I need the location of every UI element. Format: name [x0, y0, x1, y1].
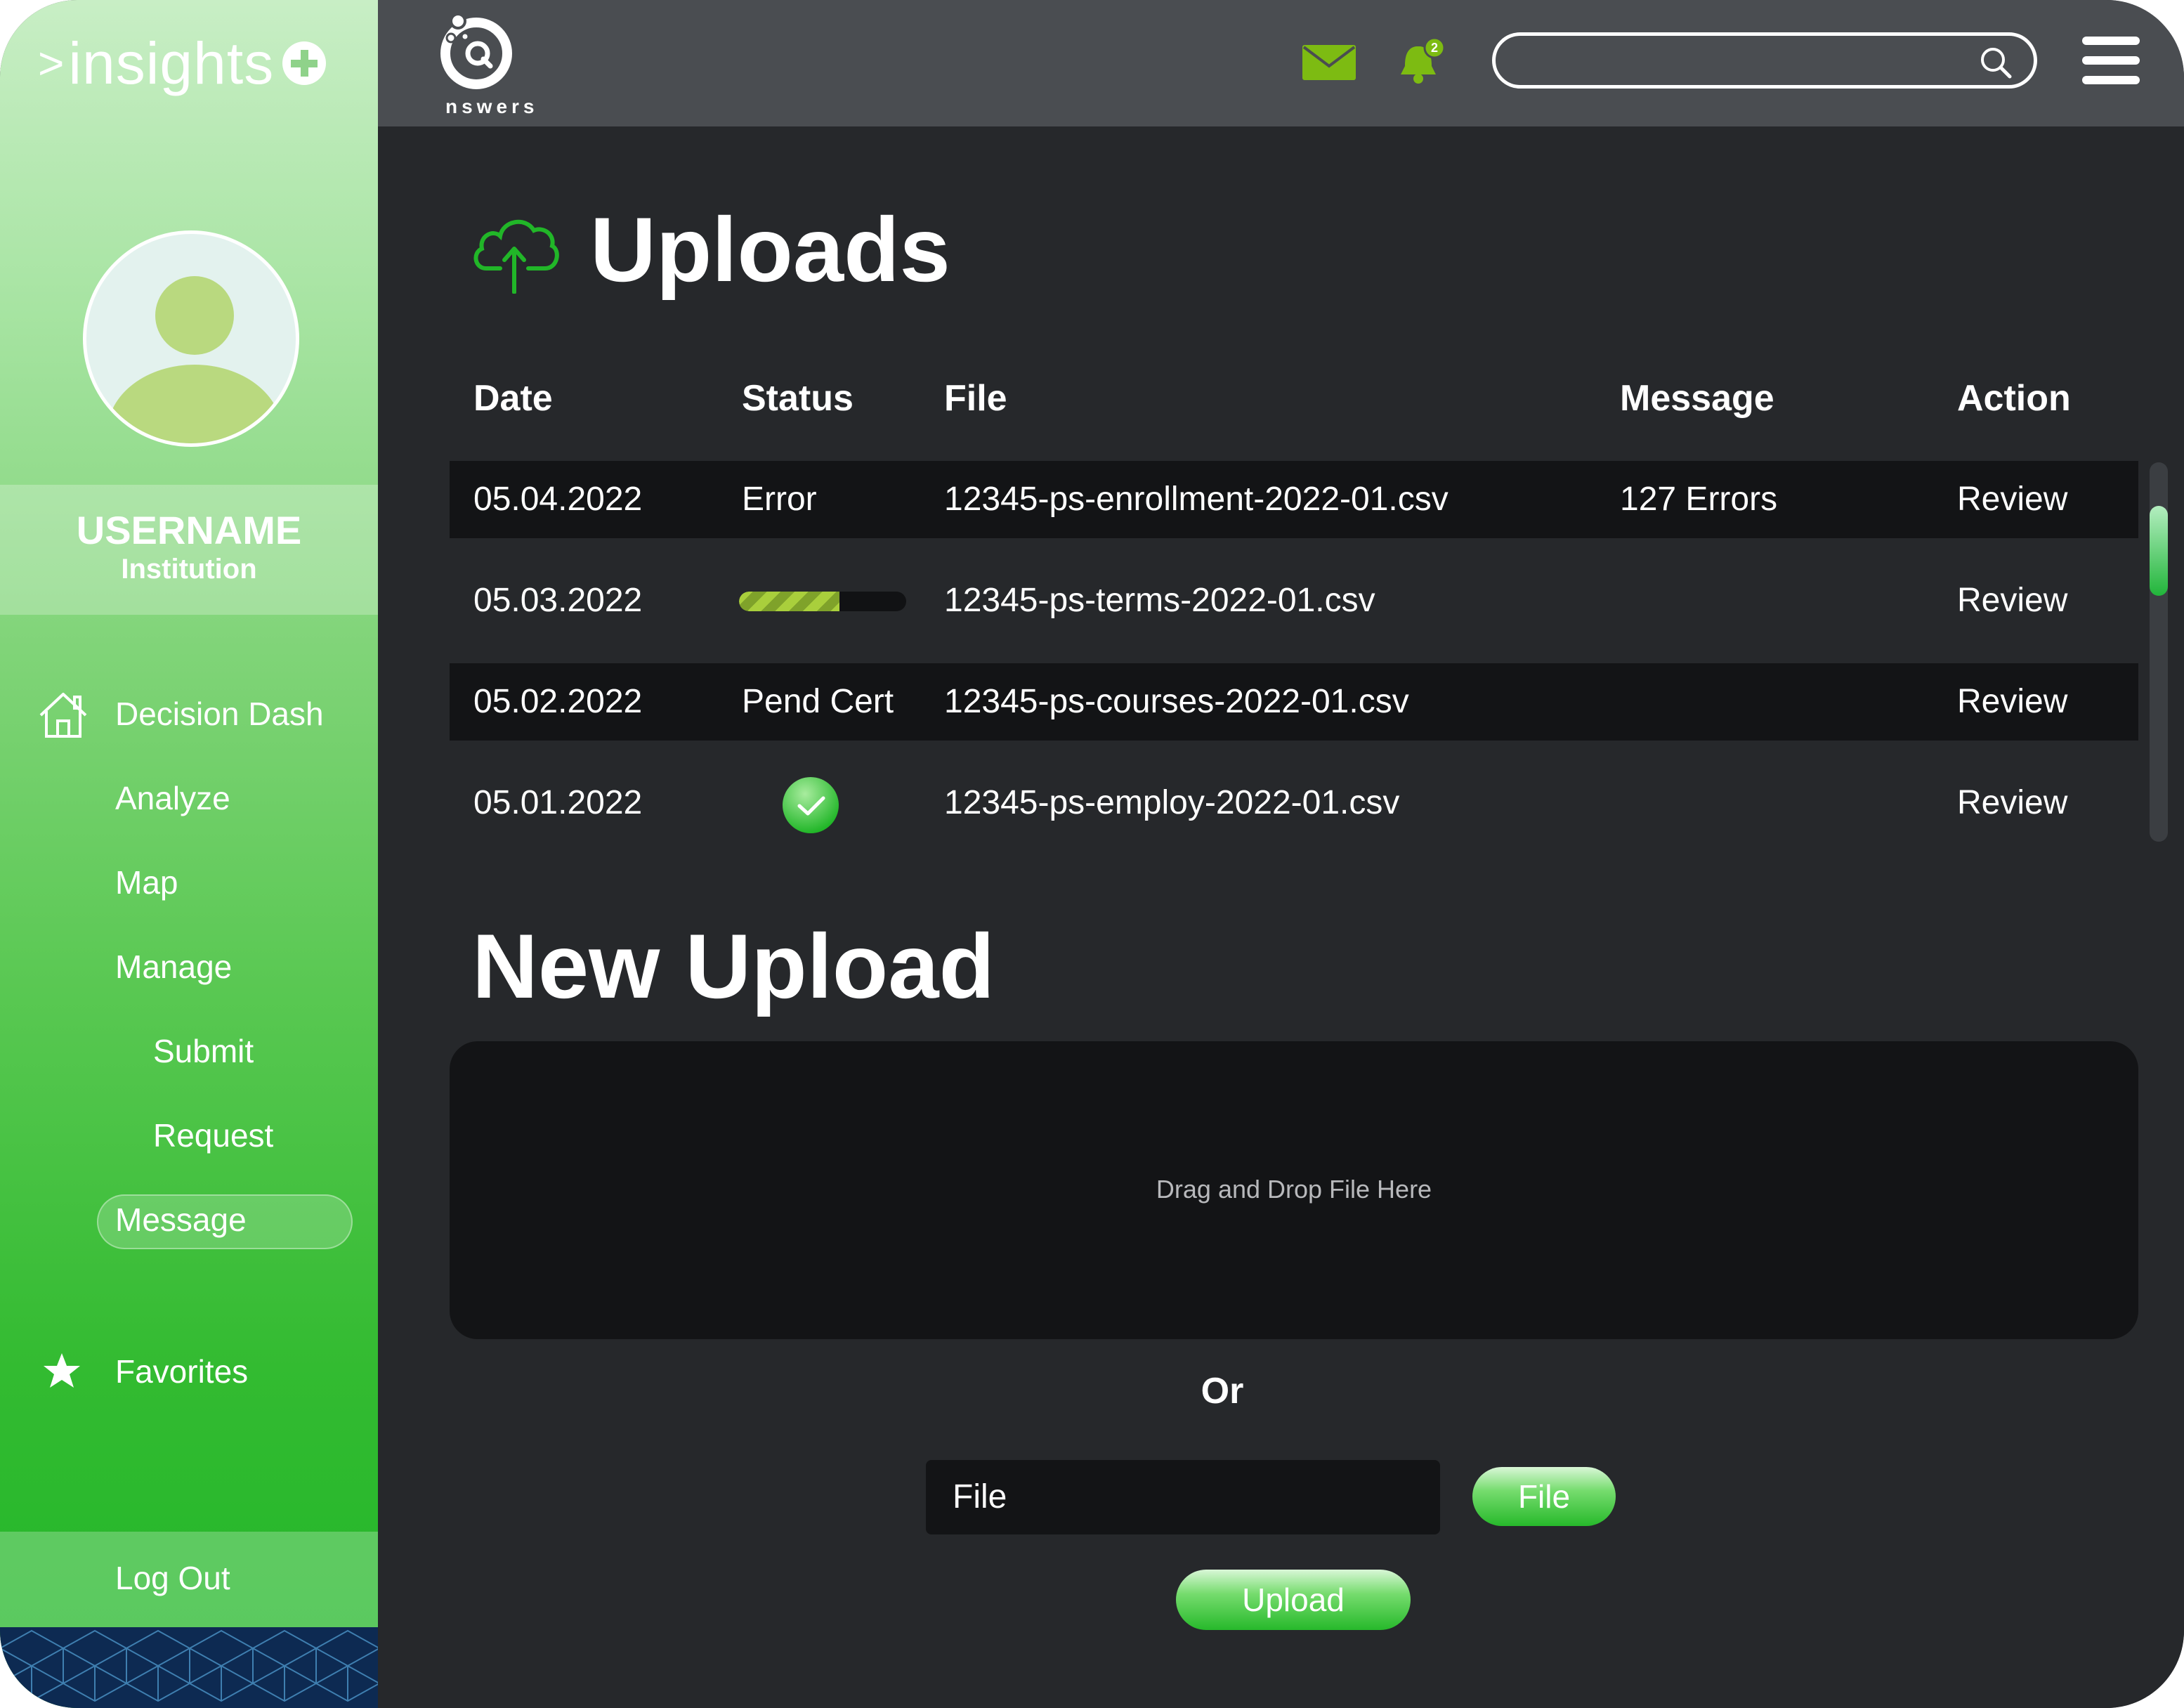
check-circle-icon [783, 777, 839, 833]
table-row[interactable]: 05.03.2022 12345-ps-terms-2022-01.csv Re… [450, 562, 2138, 639]
logo-wordmark: insights [68, 30, 275, 96]
row-file: 12345-ps-employ-2022-01.csv [944, 784, 1400, 821]
avatar-body [107, 365, 282, 443]
avatar-head [155, 276, 234, 355]
sidebar-item-map[interactable]: Map [115, 861, 178, 904]
column-header-message[interactable]: Message [1620, 374, 1774, 423]
browse-file-button[interactable]: File [1472, 1467, 1616, 1526]
row-status: Error [742, 481, 817, 518]
or-separator: Or [1201, 1371, 1244, 1412]
row-date: 05.02.2022 [473, 683, 643, 720]
table-row[interactable]: 05.04.2022 Error 12345-ps-enrollment-202… [450, 461, 2138, 538]
home-icon [39, 693, 87, 738]
plus-circle-icon [282, 41, 327, 85]
username: USERNAME [76, 508, 302, 552]
column-header-date[interactable]: Date [473, 374, 553, 423]
row-file: 12345-ps-enrollment-2022-01.csv [944, 481, 1449, 518]
search-icon[interactable] [1977, 44, 2014, 81]
sidebar-item-request[interactable]: Request [153, 1114, 273, 1156]
star-icon [44, 1353, 80, 1388]
sidebar: > insights USERNAME Institution Decision… [0, 0, 378, 1708]
table-scrollbar-thumb[interactable] [2150, 506, 2168, 596]
file-dropzone[interactable]: Drag and Drop File Here [450, 1041, 2138, 1339]
notification-count: 2 [1431, 41, 1438, 55]
progress-fill [739, 592, 839, 611]
brand-name: nswers [445, 96, 539, 117]
hamburger-menu-icon[interactable] [2082, 37, 2140, 84]
review-link[interactable]: Review [1957, 677, 2067, 726]
column-header-status[interactable]: Status [742, 374, 854, 423]
column-header-action[interactable]: Action [1957, 374, 2071, 423]
main-content: Uploads Date Status File Message Action … [378, 126, 2184, 1708]
app-window: > insights USERNAME Institution Decision… [0, 0, 2184, 1708]
uploads-title: Uploads [590, 198, 950, 301]
bell-icon[interactable]: 2 [1395, 35, 1447, 87]
decorative-hex-pattern [0, 1627, 378, 1708]
sidebar-item-analyze[interactable]: Analyze [115, 777, 230, 819]
review-link[interactable]: Review [1957, 475, 2067, 524]
row-file: 12345-ps-terms-2022-01.csv [944, 582, 1375, 619]
sidebar-item-favorites[interactable]: Favorites [115, 1350, 248, 1393]
answers-logo-icon[interactable] [437, 10, 516, 91]
row-message: 127 Errors [1620, 481, 1778, 518]
file-path-field[interactable]: File [926, 1460, 1440, 1534]
upload-progress-bar [739, 592, 906, 611]
dropzone-label: Drag and Drop File Here [1156, 1175, 1432, 1204]
search-input[interactable] [1515, 41, 1975, 81]
institution: Institution [121, 554, 257, 585]
upload-button[interactable]: Upload [1176, 1570, 1411, 1630]
cloud-upload-icon [473, 219, 559, 294]
sidebar-item-manage[interactable]: Manage [115, 946, 232, 988]
new-upload-title: New Upload [472, 915, 995, 1017]
sidebar-item-submit[interactable]: Submit [153, 1030, 254, 1072]
search-box[interactable] [1492, 32, 2037, 89]
row-date: 05.01.2022 [473, 784, 643, 821]
row-date: 05.04.2022 [473, 481, 643, 518]
sidebar-item-message[interactable]: Message [115, 1199, 247, 1241]
table-row[interactable]: 05.02.2022 Pend Cert 12345-ps-courses-20… [450, 663, 2138, 741]
app-logo[interactable]: > insights [38, 28, 327, 98]
row-status: Pend Cert [742, 683, 894, 720]
mail-icon[interactable] [1302, 45, 1356, 80]
file-path-text: File [953, 1478, 1007, 1515]
sidebar-item-decision-dash[interactable]: Decision Dash [115, 693, 324, 735]
review-link[interactable]: Review [1957, 576, 2067, 625]
row-file: 12345-ps-courses-2022-01.csv [944, 683, 1409, 720]
review-link[interactable]: Review [1957, 778, 2067, 828]
row-date: 05.03.2022 [473, 582, 643, 619]
column-header-file[interactable]: File [944, 374, 1007, 423]
logout-link[interactable]: Log Out [115, 1557, 230, 1599]
logo-chevron: > [38, 38, 65, 89]
top-bar: nswers 2 [378, 0, 2184, 126]
table-row[interactable]: 05.01.2022 12345-ps-employ-2022-01.csv R… [450, 764, 2138, 842]
avatar[interactable] [83, 230, 299, 447]
